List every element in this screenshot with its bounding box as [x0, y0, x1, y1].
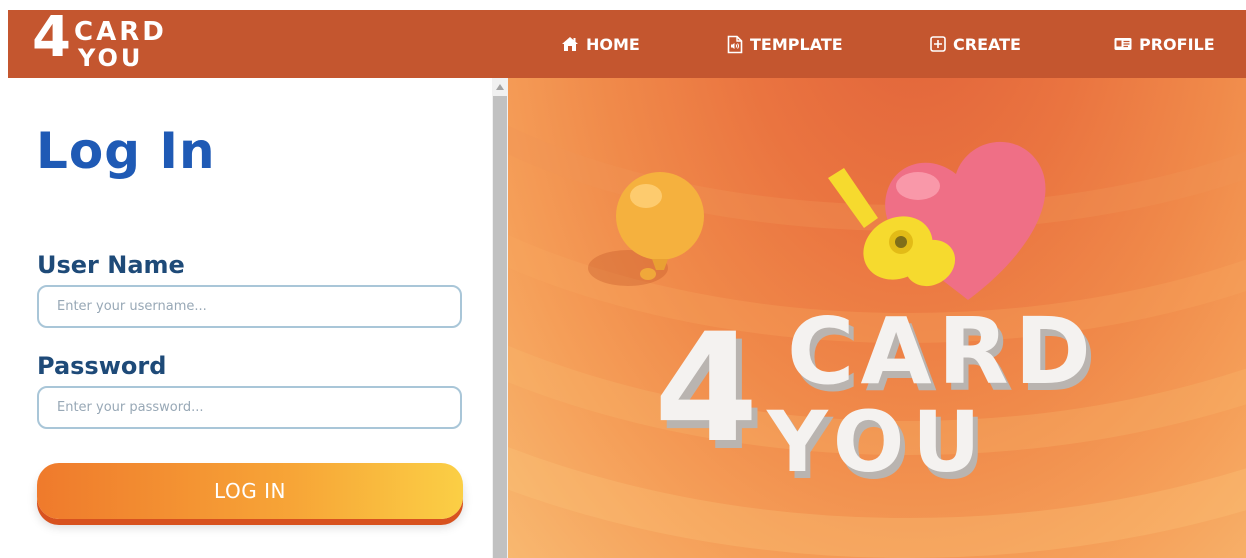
nav-create-label: CREATE — [953, 34, 1021, 54]
scroll-up-arrow-icon[interactable] — [496, 84, 504, 90]
logo-word-card: CARD — [74, 17, 167, 47]
scrollbar[interactable] — [492, 78, 508, 558]
page-title: Log In — [36, 122, 216, 180]
hero-logo-digit: 4 — [654, 302, 758, 476]
password-label: Password — [37, 352, 167, 380]
hero-artwork: 4 4 CARD CARD YOU YOU — [508, 125, 1246, 558]
login-button[interactable]: LOG IN — [37, 463, 463, 519]
nav-home-label: HOME — [586, 34, 640, 54]
login-panel: Log In User Name Password LOG IN — [8, 78, 492, 558]
hero-logo: 4 4 CARD CARD YOU YOU — [654, 298, 1097, 498]
id-card-icon — [1114, 37, 1132, 51]
hero-logo-card: CARD — [787, 298, 1097, 405]
logo-word-you: YOU — [78, 44, 144, 72]
home-icon — [561, 36, 579, 52]
nav-template-label: TEMPLATE — [750, 34, 843, 54]
username-label: User Name — [37, 251, 185, 279]
username-input[interactable] — [37, 285, 462, 328]
brand-logo[interactable]: 4 CARD YOU — [32, 10, 192, 74]
scroll-thumb[interactable] — [493, 96, 507, 558]
nav-template[interactable]: TEMPLATE — [727, 10, 843, 78]
plus-square-icon — [930, 36, 946, 52]
nav-profile[interactable]: PROFILE — [1114, 10, 1215, 78]
hero-illustration: 4 4 CARD CARD YOU YOU — [508, 78, 1246, 558]
nav-profile-label: PROFILE — [1139, 34, 1215, 54]
hero-logo-you: YOU — [766, 393, 988, 491]
nav-create[interactable]: CREATE — [930, 10, 1021, 78]
logo-digit: 4 — [32, 5, 71, 70]
password-input[interactable] — [37, 386, 462, 429]
top-navbar: 4 CARD YOU HOME TEMPLATE CREATE PROFILE — [8, 10, 1246, 78]
audio-file-icon — [727, 35, 743, 54]
nav-home[interactable]: HOME — [561, 10, 640, 78]
